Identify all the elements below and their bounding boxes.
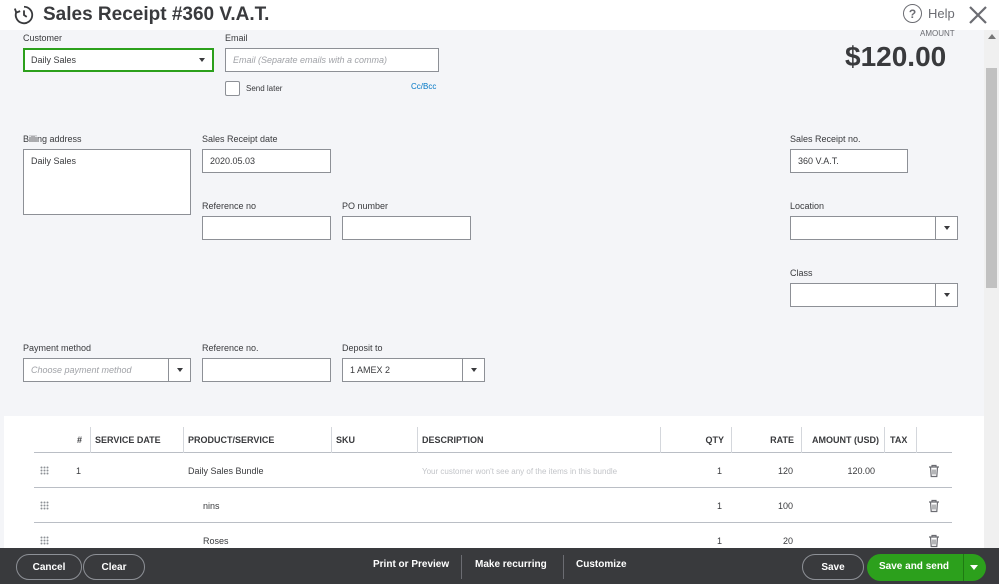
po-number-label: PO number [342, 201, 389, 211]
row-amount[interactable] [801, 489, 875, 523]
cc-bcc-link[interactable]: Cc/Bcc [411, 82, 436, 91]
col-service-date: SERVICE DATE [95, 435, 161, 445]
send-later-checkbox[interactable] [225, 81, 240, 96]
make-recurring-link[interactable]: Make recurring [475, 559, 547, 570]
po-number-input[interactable] [342, 216, 471, 240]
scroll-up-icon[interactable] [988, 34, 996, 39]
col-sku: SKU [336, 435, 356, 445]
col-rate: RATE [770, 435, 794, 445]
col-num: # [76, 435, 82, 445]
table-header: # SERVICE DATE PRODUCT/SERVICE SKU DESCR… [34, 427, 952, 453]
help-button[interactable]: ? Help [903, 4, 955, 23]
row-rate[interactable]: 120 [731, 454, 793, 488]
col-amount: AMOUNT (USD) [812, 435, 879, 445]
page-title: Sales Receipt #360 V.A.T. [43, 4, 270, 25]
reference-no-label: Reference no [202, 201, 257, 211]
deposit-to-label: Deposit to [342, 343, 383, 353]
row-rate[interactable]: 100 [731, 489, 793, 523]
col-product-service: PRODUCT/SERVICE [188, 435, 275, 445]
col-description: DESCRIPTION [422, 435, 484, 445]
col-qty: QTY [705, 435, 724, 445]
reference-no-input[interactable] [202, 216, 331, 240]
payment-method-placeholder: Choose payment method [31, 365, 132, 375]
receipt-no-input[interactable]: 360 V.A.T. [790, 149, 908, 173]
email-label: Email [225, 33, 248, 43]
customize-link[interactable]: Customize [576, 559, 627, 570]
receipt-no-label: Sales Receipt no. [790, 134, 861, 144]
line-items-table: # SERVICE DATE PRODUCT/SERVICE SKU DESCR… [4, 416, 984, 558]
payment-method-label: Payment method [23, 343, 92, 353]
receipt-date-value: 2020.05.03 [210, 156, 256, 166]
table-row[interactable]: 1 Daily Sales Bundle Your customer won't… [34, 454, 952, 488]
cancel-button[interactable]: Cancel [16, 554, 82, 580]
deposit-to-value: 1 AMEX 2 [350, 365, 391, 375]
table-row[interactable]: nins 1 100 [34, 489, 952, 523]
class-select[interactable] [790, 283, 958, 307]
row-product[interactable]: nins [203, 489, 220, 523]
history-clock-icon[interactable] [13, 4, 35, 26]
row-num: 1 [75, 466, 81, 476]
receipt-date-label: Sales Receipt date [202, 134, 278, 144]
row-description[interactable]: Your customer won't see any of the items… [422, 454, 617, 488]
payment-reference-input[interactable] [202, 358, 331, 382]
close-icon[interactable] [966, 3, 990, 27]
save-and-send-button[interactable]: Save and send [867, 554, 986, 581]
customer-label: Customer [23, 33, 63, 43]
row-qty[interactable]: 1 [660, 489, 722, 523]
deposit-to-select[interactable]: 1 AMEX 2 [342, 358, 485, 382]
billing-address-label: Billing address [23, 134, 82, 144]
scrollbar[interactable] [984, 30, 999, 548]
form-header: Sales Receipt #360 V.A.T. ? Help [0, 0, 999, 30]
form-area: Customer Daily Sales Email Email (Separa… [4, 29, 980, 416]
chevron-down-icon[interactable] [935, 217, 957, 239]
payment-method-select[interactable]: Choose payment method [23, 358, 191, 382]
save-and-send-label: Save and send [879, 561, 950, 572]
row-product[interactable]: Daily Sales Bundle [188, 454, 264, 488]
chevron-down-icon[interactable] [462, 359, 484, 381]
clear-button[interactable]: Clear [83, 554, 145, 580]
chevron-down-icon[interactable] [168, 359, 190, 381]
row-amount[interactable]: 120.00 [801, 454, 875, 488]
customer-select[interactable]: Daily Sales [23, 48, 214, 72]
chevron-down-icon[interactable] [935, 284, 957, 306]
location-select[interactable] [790, 216, 958, 240]
trash-icon[interactable] [928, 534, 940, 548]
help-label: Help [928, 6, 955, 21]
print-preview-link[interactable]: Print or Preview [373, 559, 449, 570]
send-later-label: Send later [246, 84, 283, 93]
amount-label: AMOUNT [920, 29, 955, 38]
receipt-date-input[interactable]: 2020.05.03 [202, 149, 331, 173]
chevron-down-icon[interactable] [970, 565, 978, 570]
payment-reference-label: Reference no. [202, 343, 259, 353]
scroll-thumb[interactable] [986, 68, 997, 288]
trash-icon[interactable] [928, 499, 940, 513]
location-label: Location [790, 201, 825, 211]
class-label: Class [790, 268, 813, 278]
receipt-no-value: 360 V.A.T. [798, 156, 839, 166]
billing-address-input[interactable]: Daily Sales [23, 149, 191, 215]
total-amount: $120.00 [845, 41, 947, 72]
col-tax: TAX [890, 435, 908, 445]
save-button[interactable]: Save [802, 554, 864, 580]
email-input[interactable]: Email (Separate emails with a comma) [225, 48, 439, 72]
email-placeholder: Email (Separate emails with a comma) [233, 55, 388, 65]
chevron-down-icon[interactable] [191, 49, 213, 71]
footer-toolbar: Cancel Clear Print or Preview Make recur… [0, 548, 999, 584]
question-circle-icon: ? [903, 4, 922, 23]
row-num [34, 489, 81, 523]
trash-icon[interactable] [928, 464, 940, 478]
customer-value: Daily Sales [31, 55, 77, 65]
row-qty[interactable]: 1 [660, 454, 722, 488]
